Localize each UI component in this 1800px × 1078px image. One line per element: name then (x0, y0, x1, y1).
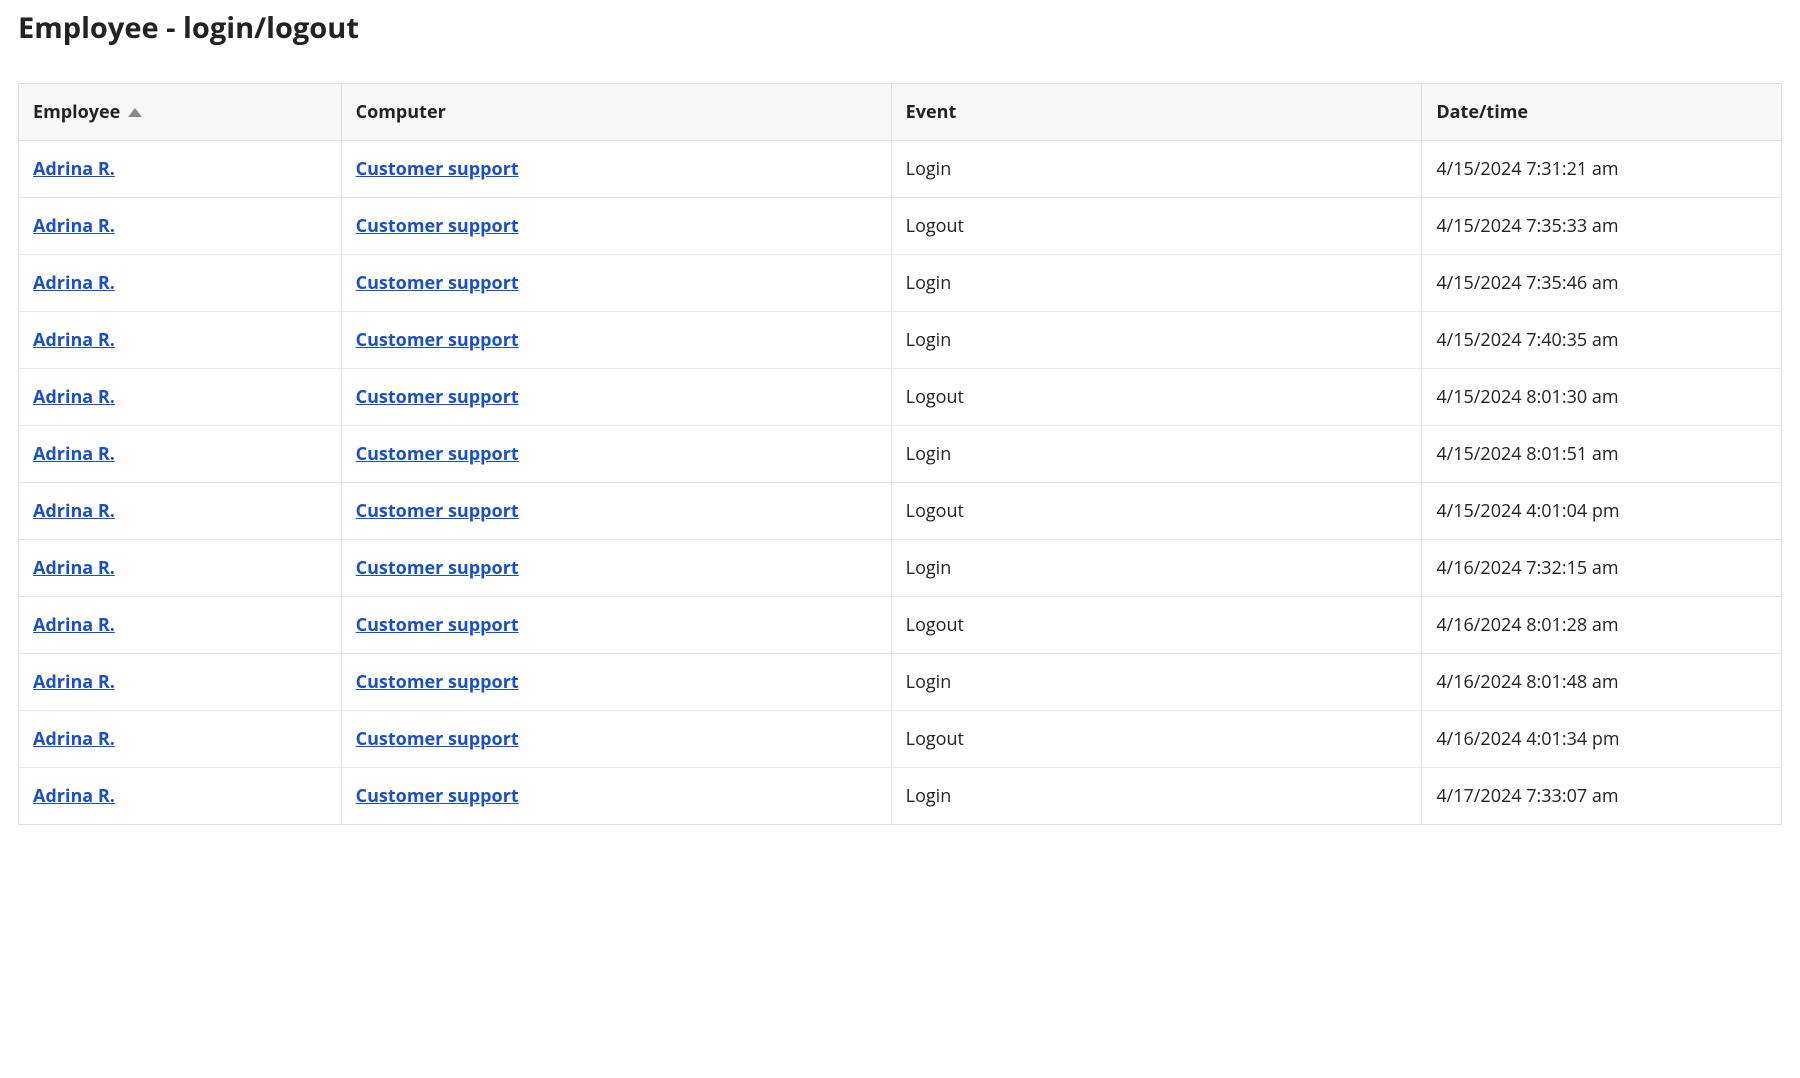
col-header-computer-label: Computer (356, 100, 446, 124)
computer-link[interactable]: Customer support (356, 385, 519, 409)
login-logout-table: Employee Computer Event Date/time Adrina… (18, 83, 1782, 825)
cell-computer: Customer support (341, 711, 891, 768)
cell-computer: Customer support (341, 483, 891, 540)
cell-computer: Customer support (341, 369, 891, 426)
employee-link[interactable]: Adrina R. (33, 271, 115, 295)
employee-link[interactable]: Adrina R. (33, 499, 115, 523)
cell-datetime: 4/15/2024 7:35:46 am (1422, 255, 1782, 312)
cell-event: Login (891, 426, 1422, 483)
table-row: Adrina R. Customer support Login4/16/2024 … (19, 654, 1782, 711)
table-row: Adrina R. Customer support Logout4/15/2024… (19, 483, 1782, 540)
cell-datetime: 4/15/2024 7:35:33 am (1422, 198, 1782, 255)
cell-computer: Customer support (341, 540, 891, 597)
col-header-employee[interactable]: Employee (19, 84, 342, 141)
cell-event: Logout (891, 711, 1422, 768)
table-row: Adrina R. Customer support Logout4/15/2024… (19, 198, 1782, 255)
sort-asc-icon (128, 108, 142, 117)
cell-employee: Adrina R. (19, 369, 342, 426)
computer-link[interactable]: Customer support (356, 613, 519, 637)
cell-event: Login (891, 141, 1422, 198)
cell-employee: Adrina R. (19, 654, 342, 711)
cell-event: Login (891, 768, 1422, 825)
table-row: Adrina R. Customer support Login4/15/2024 … (19, 312, 1782, 369)
cell-datetime: 4/16/2024 4:01:34 pm (1422, 711, 1782, 768)
col-header-datetime-label: Date/time (1436, 100, 1528, 124)
cell-event: Logout (891, 483, 1422, 540)
cell-computer: Customer support (341, 141, 891, 198)
cell-computer: Customer support (341, 255, 891, 312)
cell-employee: Adrina R. (19, 198, 342, 255)
col-header-employee-label: Employee (33, 100, 120, 124)
col-header-event-label: Event (906, 100, 957, 124)
computer-link[interactable]: Customer support (356, 784, 519, 808)
cell-event: Login (891, 312, 1422, 369)
col-header-datetime[interactable]: Date/time (1422, 84, 1782, 141)
employee-link[interactable]: Adrina R. (33, 670, 115, 694)
cell-computer: Customer support (341, 768, 891, 825)
cell-event: Login (891, 654, 1422, 711)
cell-event: Logout (891, 198, 1422, 255)
employee-link[interactable]: Adrina R. (33, 613, 115, 637)
cell-employee: Adrina R. (19, 597, 342, 654)
table-row: Adrina R. Customer support Login4/15/2024 … (19, 426, 1782, 483)
cell-computer: Customer support (341, 654, 891, 711)
cell-employee: Adrina R. (19, 483, 342, 540)
cell-event: Logout (891, 369, 1422, 426)
cell-employee: Adrina R. (19, 426, 342, 483)
computer-link[interactable]: Customer support (356, 271, 519, 295)
col-header-event[interactable]: Event (891, 84, 1422, 141)
col-header-computer[interactable]: Computer (341, 84, 891, 141)
cell-employee: Adrina R. (19, 255, 342, 312)
cell-datetime: 4/15/2024 4:01:04 pm (1422, 483, 1782, 540)
cell-employee: Adrina R. (19, 711, 342, 768)
table-row: Adrina R. Customer support Logout4/15/2024… (19, 369, 1782, 426)
cell-employee: Adrina R. (19, 540, 342, 597)
cell-datetime: 4/17/2024 7:33:07 am (1422, 768, 1782, 825)
computer-link[interactable]: Customer support (356, 499, 519, 523)
table-row: Adrina R. Customer support Login4/15/2024 … (19, 255, 1782, 312)
cell-datetime: 4/16/2024 7:32:15 am (1422, 540, 1782, 597)
computer-link[interactable]: Customer support (356, 442, 519, 466)
cell-datetime: 4/15/2024 7:40:35 am (1422, 312, 1782, 369)
cell-employee: Adrina R. (19, 768, 342, 825)
cell-computer: Customer support (341, 312, 891, 369)
cell-event: Logout (891, 597, 1422, 654)
cell-datetime: 4/16/2024 8:01:28 am (1422, 597, 1782, 654)
cell-event: Login (891, 540, 1422, 597)
cell-employee: Adrina R. (19, 141, 342, 198)
cell-datetime: 4/15/2024 7:31:21 am (1422, 141, 1782, 198)
table-row: Adrina R. Customer support Login4/16/2024 … (19, 540, 1782, 597)
table-row: Adrina R. Customer support Logout4/16/2024… (19, 597, 1782, 654)
cell-computer: Customer support (341, 426, 891, 483)
cell-datetime: 4/15/2024 8:01:30 am (1422, 369, 1782, 426)
employee-link[interactable]: Adrina R. (33, 214, 115, 238)
employee-link[interactable]: Adrina R. (33, 727, 115, 751)
computer-link[interactable]: Customer support (356, 328, 519, 352)
cell-computer: Customer support (341, 597, 891, 654)
employee-link[interactable]: Adrina R. (33, 784, 115, 808)
employee-link[interactable]: Adrina R. (33, 556, 115, 580)
page-title: Employee - login/logout (18, 8, 1782, 47)
computer-link[interactable]: Customer support (356, 670, 519, 694)
computer-link[interactable]: Customer support (356, 214, 519, 238)
cell-employee: Adrina R. (19, 312, 342, 369)
table-row: Adrina R. Customer support Login4/15/2024 … (19, 141, 1782, 198)
table-row: Adrina R. Customer support Login4/17/2024 … (19, 768, 1782, 825)
computer-link[interactable]: Customer support (356, 727, 519, 751)
employee-link[interactable]: Adrina R. (33, 157, 115, 181)
employee-link[interactable]: Adrina R. (33, 385, 115, 409)
cell-computer: Customer support (341, 198, 891, 255)
cell-event: Login (891, 255, 1422, 312)
computer-link[interactable]: Customer support (356, 157, 519, 181)
cell-datetime: 4/16/2024 8:01:48 am (1422, 654, 1782, 711)
employee-link[interactable]: Adrina R. (33, 328, 115, 352)
cell-datetime: 4/15/2024 8:01:51 am (1422, 426, 1782, 483)
table-row: Adrina R. Customer support Logout4/16/2024… (19, 711, 1782, 768)
employee-link[interactable]: Adrina R. (33, 442, 115, 466)
computer-link[interactable]: Customer support (356, 556, 519, 580)
